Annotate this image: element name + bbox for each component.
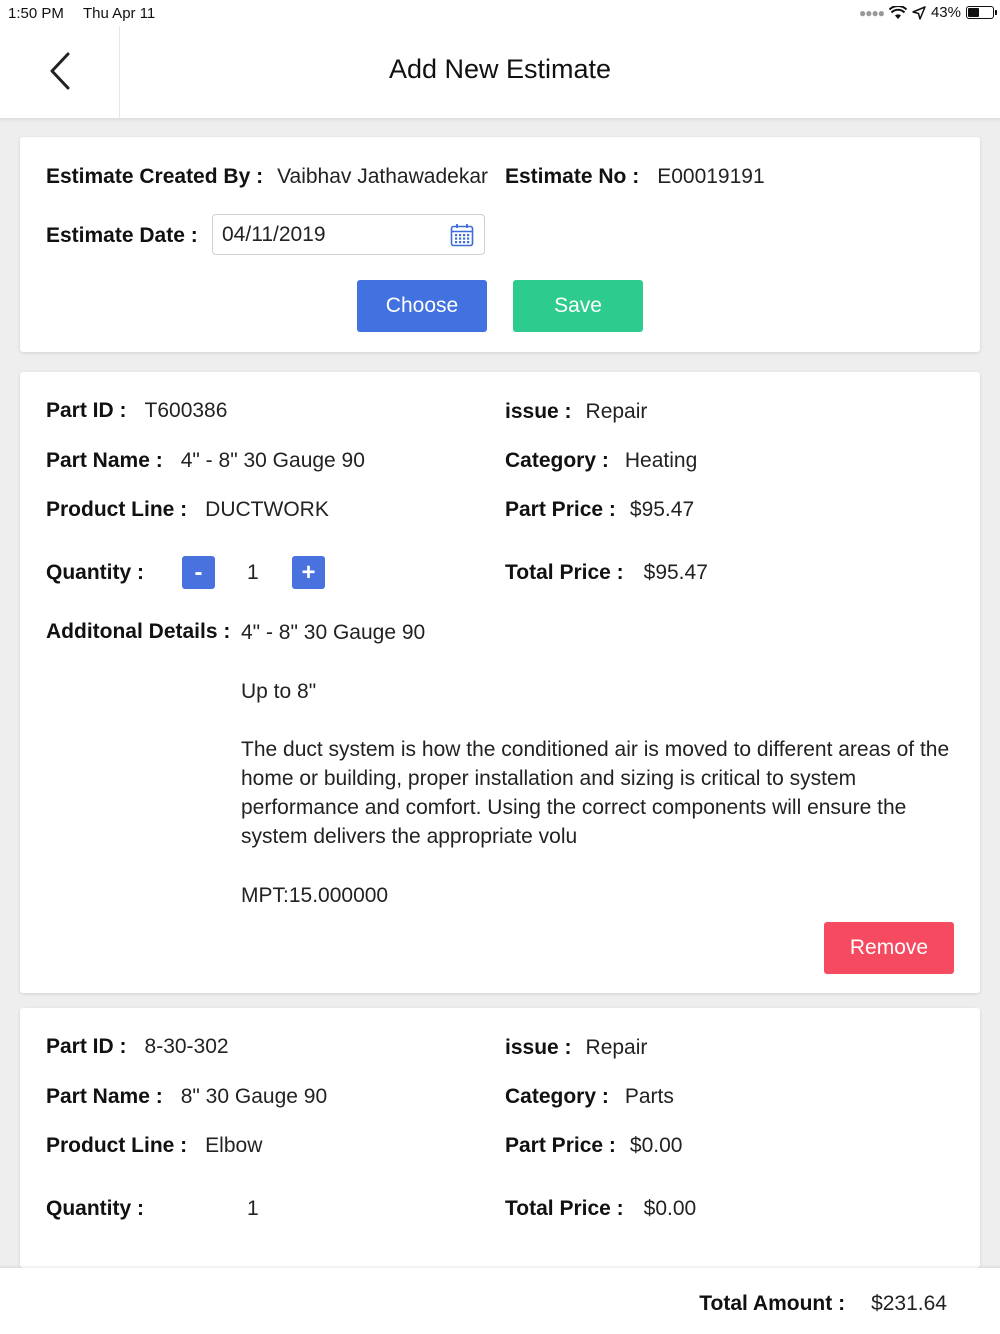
part-name-label: Part Name : — [46, 1085, 163, 1108]
quantity-increment-button[interactable]: + — [292, 556, 325, 589]
status-bar: 1:50 PM Thu Apr 11 ●●●● 43% — [0, 0, 1000, 26]
quantity-row: Quantity : — [46, 1197, 144, 1221]
quantity-value: 1 — [247, 561, 259, 584]
issue-row: issue : Repair — [505, 1036, 647, 1060]
save-button[interactable]: Save — [513, 280, 643, 332]
estimate-no-label: Estimate No : — [505, 165, 640, 188]
product-line-row: Product Line : DUCTWORK — [46, 498, 329, 522]
additional-details-label: Additonal Details : — [46, 620, 231, 643]
issue-value: Repair — [585, 400, 648, 423]
product-line-label: Product Line : — [46, 1134, 188, 1157]
created-by-value: Vaibhav Jathawadekar — [277, 165, 488, 188]
part-id-label: Part ID : — [46, 1035, 127, 1058]
battery-icon — [966, 6, 997, 19]
estimate-no-row: Estimate No : E00019191 — [505, 165, 765, 189]
details-line: 4" - 8" 30 Gauge 90 — [241, 621, 426, 644]
created-by-label: Estimate Created By : — [46, 165, 264, 188]
total-price-label: Total Price : — [505, 561, 624, 584]
quantity-value: 1 — [247, 1197, 259, 1220]
status-date: Thu Apr 11 — [83, 5, 156, 22]
choose-button[interactable]: Choose — [357, 280, 487, 332]
total-price-label: Total Price : — [505, 1197, 624, 1220]
estimate-item-card: Part ID : T600386 issue : Repair Part Na… — [20, 372, 980, 993]
total-price-value: $95.47 — [643, 561, 708, 584]
total-price-row: Total Price : $95.47 — [505, 561, 708, 585]
wifi-icon — [888, 5, 907, 19]
remove-button[interactable]: Remove — [824, 922, 954, 974]
part-name-row: Part Name : 8" 30 Gauge 90 — [46, 1085, 327, 1109]
category-label: Category : — [505, 1085, 609, 1108]
product-line-label: Product Line : — [46, 498, 188, 521]
part-id-row: Part ID : 8-30-302 — [46, 1035, 229, 1059]
details-line: MPT:15.000000 — [241, 884, 389, 907]
part-id-row: Part ID : T600386 — [46, 399, 227, 423]
part-id-value: T600386 — [144, 399, 228, 422]
estimate-date-label: Estimate Date : — [46, 224, 198, 247]
estimate-item-card: Part ID : 8-30-302 issue : Repair Part N… — [20, 1008, 980, 1268]
page-title: Add New Estimate — [388, 54, 612, 84]
category-row: Category : Parts — [505, 1085, 674, 1109]
part-name-value: 8" 30 Gauge 90 — [180, 1085, 328, 1108]
part-price-label: Part Price : — [505, 1134, 616, 1157]
part-price-value: $0.00 — [629, 1134, 683, 1157]
part-name-value: 4" - 8" 30 Gauge 90 — [180, 449, 365, 472]
details-line: Up to 8" — [241, 680, 317, 703]
total-amount-value: $231.64 — [871, 1292, 947, 1315]
category-value: Parts — [624, 1085, 674, 1108]
location-arrow-icon — [912, 5, 926, 20]
part-name-row: Part Name : 4" - 8" 30 Gauge 90 — [46, 449, 365, 473]
battery-fill — [968, 8, 980, 17]
category-value: Heating — [624, 449, 698, 472]
quantity-row: Quantity : — [46, 561, 144, 585]
part-price-value: $95.47 — [629, 498, 695, 521]
part-name-label: Part Name : — [46, 449, 163, 472]
quantity-label: Quantity : — [46, 561, 144, 584]
part-price-label: Part Price : — [505, 498, 616, 521]
total-amount-label: Total Amount : — [699, 1292, 846, 1315]
nav-bar: Add New Estimate — [0, 26, 1000, 118]
issue-label: issue : — [505, 1036, 572, 1059]
estimate-date-row: Estimate Date : — [46, 224, 198, 248]
part-price-row: Part Price : $95.47 — [505, 498, 694, 522]
status-time: 1:50 PM — [8, 5, 64, 22]
estimate-date-value: 04/11/2019 — [222, 222, 326, 246]
total-amount-row: Total Amount : $231.64 — [699, 1292, 947, 1316]
battery-percent: 43% — [930, 4, 961, 21]
part-price-row: Part Price : $0.00 — [505, 1134, 682, 1158]
total-price-row: Total Price : $0.00 — [505, 1197, 696, 1221]
issue-row: issue : Repair — [505, 400, 647, 424]
created-by-row: Estimate Created By : Vaibhav Jathawadek… — [46, 165, 488, 189]
category-row: Category : Heating — [505, 449, 697, 473]
status-indicators: ●●●● 43% — [858, 4, 997, 21]
estimate-no-value: E00019191 — [657, 165, 765, 188]
quantity-label: Quantity : — [46, 1197, 144, 1220]
part-id-label: Part ID : — [46, 399, 127, 422]
estimate-header-card: Estimate Created By : Vaibhav Jathawadek… — [20, 137, 980, 352]
total-footer: Total Amount : $231.64 — [0, 1268, 1000, 1334]
category-label: Category : — [505, 449, 609, 472]
quantity-decrement-button[interactable]: - — [182, 556, 215, 589]
part-id-value: 8-30-302 — [144, 1035, 229, 1058]
issue-value: Repair — [585, 1036, 648, 1059]
estimate-date-field[interactable]: 04/11/2019 — [212, 214, 485, 255]
product-line-value: Elbow — [205, 1134, 263, 1157]
issue-label: issue : — [505, 400, 572, 423]
product-line-value: DUCTWORK — [205, 498, 329, 521]
details-description: The duct system is how the conditioned a… — [241, 738, 950, 848]
signal-dots-icon: ●●●● — [858, 5, 885, 20]
additional-details-row: Additonal Details : — [46, 620, 230, 644]
total-price-value: $0.00 — [643, 1197, 697, 1220]
product-line-row: Product Line : Elbow — [46, 1134, 262, 1158]
calendar-icon[interactable] — [450, 223, 474, 247]
